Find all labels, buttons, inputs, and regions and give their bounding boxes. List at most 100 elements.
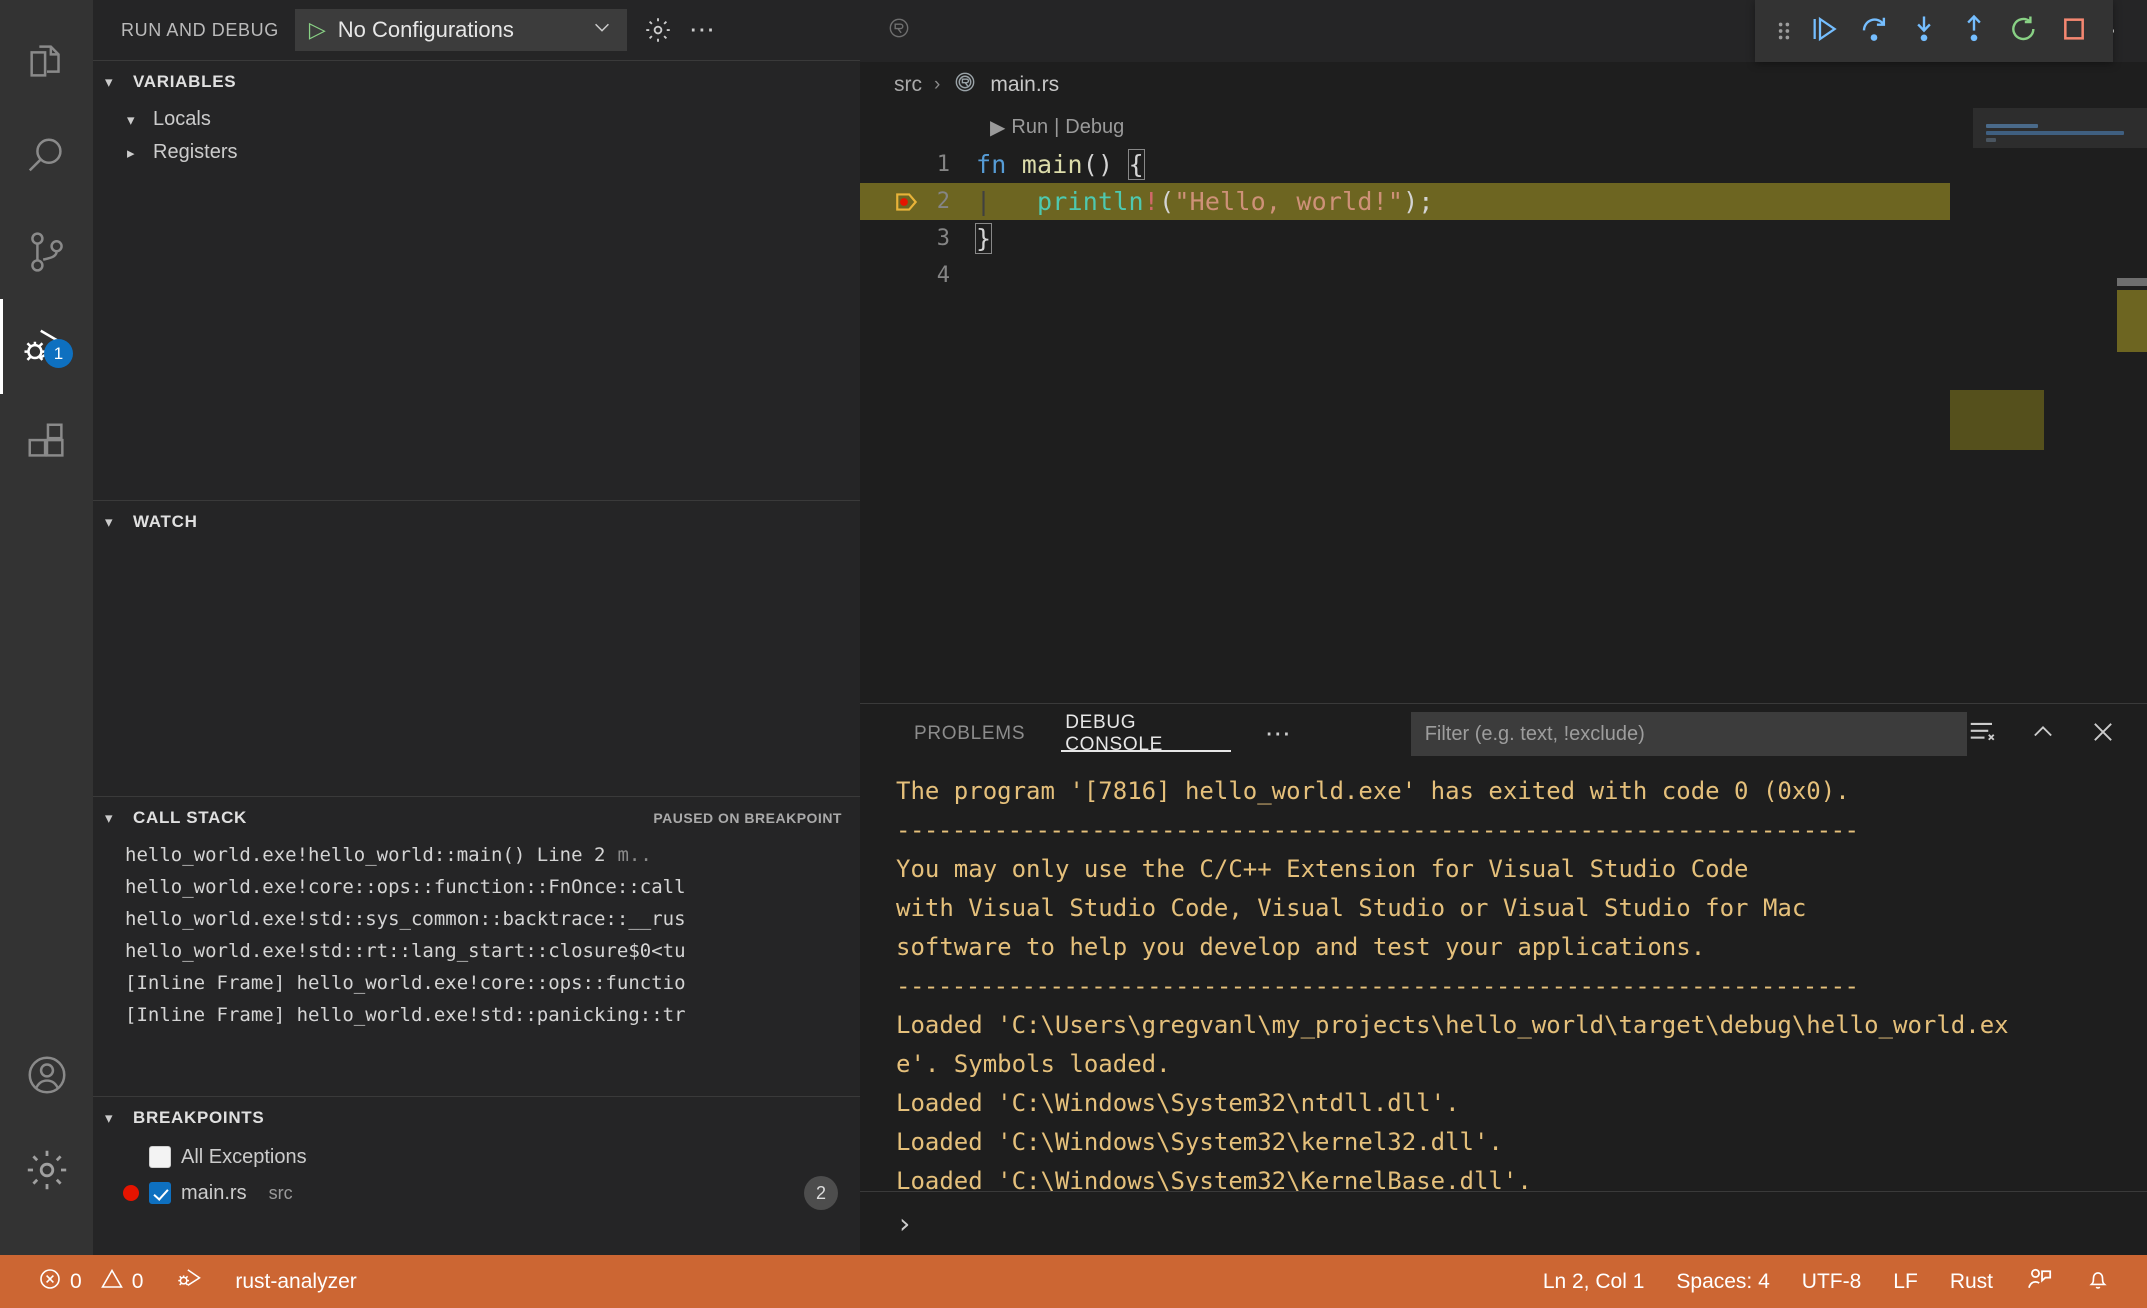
frame-suffix: m..	[617, 844, 651, 866]
console-line: Loaded 'C:\Windows\System32\KernelBase.d…	[860, 1162, 2147, 1191]
continue-button[interactable]	[1799, 6, 1849, 56]
activity-item-run-and-debug[interactable]: 1	[0, 299, 93, 394]
activity-bar: 1	[0, 0, 93, 1255]
editor-tabs-row: ⋯	[860, 0, 2147, 62]
code-content: }	[976, 224, 991, 253]
breakpoint-dot-icon	[123, 1185, 139, 1201]
watch-pane-header[interactable]: ▾ WATCH	[93, 501, 860, 543]
chevron-down-icon: ▾	[105, 1109, 123, 1127]
call-stack-frame[interactable]: hello_world.exe!hello_world::main() Line…	[93, 839, 860, 871]
code-lens-debug[interactable]: Debug	[1065, 116, 1124, 139]
status-bar: 0 0 rust-analyzer	[0, 1255, 2147, 1308]
breakpoint-folder: src	[269, 1183, 293, 1204]
stop-button[interactable]	[2049, 6, 2099, 56]
status-bar-left: 0 0 rust-analyzer	[0, 1255, 373, 1308]
status-feedback[interactable]	[2009, 1255, 2069, 1308]
activity-item-source-control[interactable]	[0, 204, 93, 299]
breakpoints-title: BREAKPOINTS	[133, 1108, 264, 1128]
code-editor[interactable]: ▶ Run | Debug 1 fn main() {	[860, 108, 2147, 703]
activity-item-search[interactable]	[0, 109, 93, 204]
minimap-line	[1986, 138, 1996, 142]
files-icon	[24, 39, 70, 85]
breakpoint-item-all-exceptions[interactable]: All Exceptions	[93, 1139, 860, 1175]
panel-header: PROBLEMS DEBUG CONSOLE ⋯ Filter (e.g. te…	[860, 704, 2147, 764]
close-icon[interactable]	[2089, 718, 2117, 751]
watch-title: WATCH	[133, 512, 198, 532]
debug-console-output[interactable]: The program '[7816] hello_world.exe' has…	[860, 764, 2147, 1191]
breakpoints-pane-header[interactable]: ▾ BREAKPOINTS	[93, 1097, 860, 1139]
breakpoint-item-main-rs[interactable]: main.rs src 2	[93, 1175, 860, 1211]
step-into-button[interactable]	[1899, 6, 1949, 56]
warning-count: 0	[132, 1270, 144, 1294]
minimap-line	[1986, 124, 2038, 128]
console-line: software to help you develop and test yo…	[860, 928, 2147, 967]
breadcrumb-file[interactable]: main.rs	[990, 73, 1059, 97]
tab-problems[interactable]: PROBLEMS	[894, 704, 1045, 764]
breakpoint-current-marker-icon[interactable]	[892, 189, 922, 215]
breadcrumb-folder[interactable]: src	[894, 73, 922, 97]
minimap[interactable]	[1950, 108, 2147, 703]
tab-debug-console[interactable]: DEBUG CONSOLE	[1045, 704, 1247, 764]
debug-configuration-dropdown[interactable]: ▷ No Configurations	[295, 9, 627, 51]
call-stack-frame[interactable]: hello_world.exe!std::rt::lang_start::clo…	[93, 935, 860, 967]
call-stack-frame[interactable]: hello_world.exe!core::ops::function::FnO…	[93, 871, 860, 903]
chevron-up-icon[interactable]	[2029, 718, 2057, 751]
checkbox[interactable]	[149, 1182, 171, 1204]
debug-icon	[175, 1266, 203, 1298]
status-debug[interactable]	[159, 1255, 219, 1308]
debug-settings-gear-icon[interactable]	[643, 15, 673, 45]
activity-item-explorer[interactable]	[0, 14, 93, 109]
clear-console-icon[interactable]	[1967, 717, 1997, 752]
console-line: Loaded 'C:\Windows\System32\kernel32.dll…	[860, 1123, 2147, 1162]
variables-item-locals[interactable]: ▾ Locals	[93, 103, 860, 136]
minimap-line-current	[1986, 131, 2124, 135]
call-stack-frame[interactable]: [Inline Frame] hello_world.exe!std::pani…	[93, 999, 860, 1031]
status-eol[interactable]: LF	[1877, 1255, 1934, 1308]
filter-input[interactable]: Filter (e.g. text, !exclude)	[1411, 712, 1967, 756]
call-stack-frame[interactable]: hello_world.exe!std::sys_common::backtra…	[93, 903, 860, 935]
vscode-window: 1	[0, 0, 2147, 1308]
status-bar-right: Ln 2, Col 1 Spaces: 4 UTF-8 LF Rust	[1527, 1255, 2147, 1308]
eol-label: LF	[1893, 1270, 1918, 1294]
variables-pane-header[interactable]: ▾ VARIABLES	[93, 61, 860, 103]
code-lens-run[interactable]: Run	[1011, 116, 1048, 139]
variables-pane: ▾ VARIABLES ▾ Locals ▸ Registers	[93, 60, 860, 500]
status-notifications[interactable]	[2069, 1255, 2127, 1308]
activity-item-accounts[interactable]	[0, 1027, 93, 1122]
debug-toolbar[interactable]	[1755, 0, 2113, 62]
cursor-position-label: Ln 2, Col 1	[1543, 1270, 1645, 1294]
status-encoding[interactable]: UTF-8	[1786, 1255, 1878, 1308]
drag-handle-icon[interactable]	[1769, 6, 1799, 56]
error-count: 0	[70, 1270, 82, 1294]
console-line: ----------------------------------------…	[860, 811, 2147, 850]
step-out-button[interactable]	[1949, 6, 1999, 56]
call-stack-pane-header[interactable]: ▾ CALL STACK PAUSED ON BREAKPOINT	[93, 797, 860, 839]
debug-badge: 1	[44, 339, 73, 368]
sidebar-title: RUN AND DEBUG	[121, 20, 279, 41]
play-small-icon: ▶	[990, 115, 1005, 140]
activity-item-manage[interactable]	[0, 1122, 93, 1217]
debug-console-input[interactable]: ›	[860, 1191, 2147, 1255]
gear-icon	[23, 1146, 71, 1194]
breakpoint-label: All Exceptions	[181, 1146, 307, 1169]
chevron-down-icon: ▾	[105, 73, 123, 91]
status-language-mode[interactable]: Rust	[1934, 1255, 2009, 1308]
restart-button[interactable]	[1999, 6, 2049, 56]
status-problems[interactable]: 0 0	[22, 1255, 159, 1308]
status-language-server[interactable]: rust-analyzer	[219, 1255, 372, 1308]
frame-label: hello_world.exe!core::ops::function::FnO…	[125, 876, 686, 898]
step-over-button[interactable]	[1849, 6, 1899, 56]
checkbox[interactable]	[149, 1146, 171, 1168]
indentation-label: Spaces: 4	[1676, 1270, 1769, 1294]
sidebar-more-actions-icon[interactable]: ⋯	[689, 22, 717, 38]
status-cursor-position[interactable]: Ln 2, Col 1	[1527, 1255, 1661, 1308]
status-indentation[interactable]: Spaces: 4	[1660, 1255, 1785, 1308]
variables-item-registers[interactable]: ▸ Registers	[93, 136, 860, 169]
call-stack-frame[interactable]: [Inline Frame] hello_world.exe!core::ops…	[93, 967, 860, 999]
panel-more-actions-icon[interactable]: ⋯	[1247, 726, 1311, 742]
encoding-label: UTF-8	[1802, 1270, 1862, 1294]
language-server-label: rust-analyzer	[235, 1270, 356, 1294]
activity-item-extensions[interactable]	[0, 394, 93, 489]
code-content: | println!("Hello, world!");	[976, 187, 1434, 216]
console-line: The program '[7816] hello_world.exe' has…	[860, 772, 2147, 811]
